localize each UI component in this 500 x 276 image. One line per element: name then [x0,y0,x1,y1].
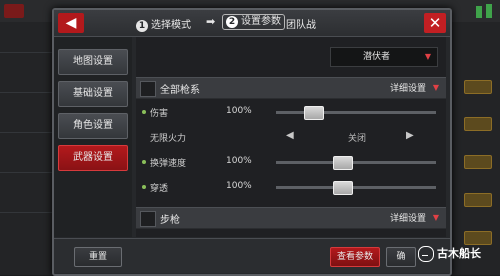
param-name: 无限火力 [150,134,187,144]
settings-content: 潜伏者 ▼ 全部枪系 详细设置 ▼ 伤害 100% 无限火力 ◀ 关闭 ▶ 换弹… [136,37,446,237]
step-select-mode[interactable]: 1 选择模式 [136,16,191,32]
back-arrow-icon: ◀ [65,15,77,31]
settings-sidebar: 地图设置 基础设置 角色设置 武器设置 [54,37,132,237]
dropdown-caret-icon: ▼ [432,83,439,92]
dropdown-caret-icon: ▼ [424,52,431,61]
background-signal-icon [476,6,482,18]
camp-select[interactable]: 潜伏者 ▼ [330,47,438,67]
toggle-value: 关闭 [348,134,367,144]
slider-track[interactable] [276,161,436,164]
back-button[interactable]: ◀ [58,13,84,33]
section-title: 全部枪系 [160,85,200,96]
slider-track[interactable] [276,186,436,189]
param-value: 100% [226,106,252,116]
background-right-panel [444,22,500,275]
bullet-icon [142,160,146,164]
step-number: 1 [136,20,148,32]
arrow-right-icon[interactable]: ▶ [406,130,414,141]
bullet-icon [142,110,146,114]
background-left-panel [0,22,52,275]
step-arrow-icon: ➡ [206,15,216,28]
close-icon: ✕ [428,14,442,32]
sidebar-item-weapon[interactable]: 武器设置 [58,145,128,171]
section-checkbox[interactable] [140,81,156,97]
arrow-left-icon[interactable]: ◀ [286,130,294,141]
param-value: 100% [226,156,252,166]
background-signal-icon [486,4,492,18]
watermark: 古木船长 [418,244,481,264]
bullet-icon [142,185,146,189]
view-params-button[interactable]: 查看参数 [330,247,380,267]
modal-footer: 重置 查看参数 确 [54,238,450,273]
slider-thumb[interactable] [304,106,325,120]
confirm-button[interactable]: 确 [386,247,416,267]
step-label: 选择模式 [151,20,191,31]
section-title: 步枪 [160,215,180,226]
mode-name: 团队战 [286,20,316,31]
camp-select-value: 潜伏者 [363,52,391,62]
background-badge [4,4,24,18]
param-name: 伤害 [150,109,169,119]
sidebar-item-map[interactable]: 地图设置 [58,49,128,75]
step-label: 设置参数 [241,16,281,27]
section-checkbox[interactable] [140,211,156,227]
section-all-guns: 全部枪系 详细设置 ▼ [136,77,446,99]
slider-thumb[interactable] [332,181,353,195]
detail-settings-button[interactable]: 详细设置 [390,81,426,94]
param-row-unlimited-fire: 无限火力 ◀ 关闭 ▶ [136,127,446,147]
detail-settings-button[interactable]: 详细设置 [390,211,426,224]
slider-track[interactable] [276,111,436,114]
param-row-reload-speed: 换弹速度 100% [136,152,446,172]
wechat-icon [418,246,434,262]
sidebar-item-character[interactable]: 角色设置 [58,113,128,139]
param-name: 换弹速度 [150,159,187,169]
step-number: 2 [226,16,238,28]
slider-thumb[interactable] [332,156,353,170]
modal-header: ◀ 1 选择模式 ➡ 2 设置参数 团队战 ✕ [54,10,450,37]
section-rifle: 步枪 详细设置 ▼ [136,207,446,229]
param-name: 穿透 [150,184,169,194]
param-row-penetration: 穿透 100% [136,177,446,197]
param-value: 100% [226,181,252,191]
step-set-params[interactable]: 2 设置参数 [222,14,285,30]
dropdown-caret-icon: ▼ [432,213,439,222]
close-button[interactable]: ✕ [424,13,446,33]
reset-button[interactable]: 重置 [74,247,122,267]
watermark-text: 古木船长 [437,247,481,260]
sidebar-item-basic[interactable]: 基础设置 [58,81,128,107]
param-row-damage: 伤害 100% [136,102,446,122]
settings-modal: ◀ 1 选择模式 ➡ 2 设置参数 团队战 ✕ 地图设置 基础设置 角色设置 武器设… [52,8,452,276]
